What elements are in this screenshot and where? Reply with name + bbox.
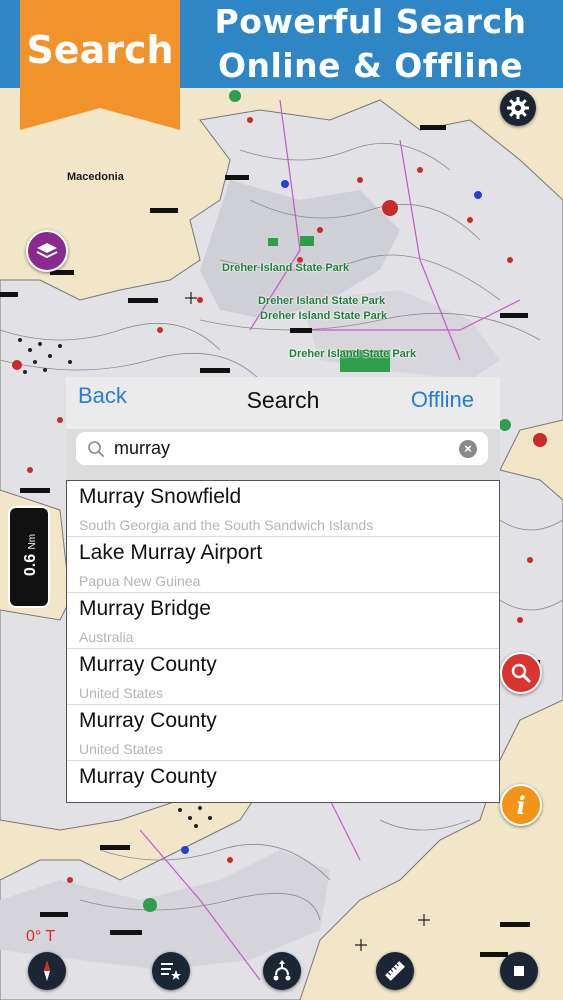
result-subtitle: Australia: [79, 629, 134, 645]
clear-icon[interactable]: ×: [459, 440, 477, 458]
banner-title-line2: Online & Offline: [217, 46, 524, 85]
result-item[interactable]: Murray Snowfield South Georgia and the S…: [67, 481, 499, 537]
result-title: Murray County: [79, 653, 217, 676]
search-box[interactable]: ×: [76, 432, 488, 465]
result-title: Murray Snowfield: [79, 485, 242, 508]
park-label: Dreher Island State Park: [222, 262, 350, 274]
layers-button[interactable]: [26, 230, 68, 272]
ruler-icon: [385, 961, 405, 981]
favorites-button[interactable]: [152, 952, 190, 990]
park-label: Dreher Island State Park: [289, 348, 417, 360]
search-input[interactable]: [114, 435, 444, 461]
result-subtitle: Papua New Guinea: [79, 573, 201, 589]
info-button[interactable]: i: [500, 784, 542, 826]
banner-title: Powerful Search Online & Offline: [178, 0, 563, 88]
search-panel-header: Search Back Offline: [66, 377, 500, 429]
result-title: Murray County: [79, 765, 217, 788]
result-title: Lake Murray Airport: [79, 541, 263, 564]
result-item[interactable]: Murray County United States: [67, 649, 499, 705]
measure-button[interactable]: [376, 952, 414, 990]
info-icon: i: [516, 790, 526, 820]
magnifier-icon: [511, 663, 531, 683]
search-bar-container: ×: [66, 429, 500, 481]
result-item[interactable]: Murray County United States: [67, 705, 499, 761]
result-subtitle: United States: [79, 685, 164, 701]
settings-button[interactable]: [500, 90, 536, 126]
scale-unit: Nm: [27, 533, 38, 550]
stop-icon: [514, 966, 524, 976]
result-item[interactable]: Lake Murray Airport Papua New Guinea: [67, 537, 499, 593]
place-label: Macedonia: [67, 171, 124, 183]
map-search-button[interactable]: [500, 652, 542, 694]
search-results-list[interactable]: Murray Snowfield South Georgia and the S…: [66, 480, 500, 803]
scale-label: 0.6 Nm: [22, 506, 40, 604]
route-button[interactable]: [263, 952, 301, 990]
result-subtitle: South Georgia and the South Sandwich Isl…: [79, 517, 374, 533]
ribbon-label: Search: [26, 28, 174, 72]
gear-icon: [507, 97, 529, 119]
result-item[interactable]: Murray County: [67, 761, 499, 802]
star-list-icon: [161, 963, 181, 980]
back-button[interactable]: Back: [78, 383, 127, 409]
scale-indicator: 0.6 Nm: [8, 506, 50, 608]
offline-toggle[interactable]: Offline: [411, 387, 474, 413]
result-title: Murray County: [79, 709, 217, 732]
result-item[interactable]: Murray Bridge Australia: [67, 593, 499, 649]
layers-icon: [36, 243, 58, 259]
park-label: Dreher Island State Park: [260, 310, 388, 322]
compass-icon: [44, 961, 50, 981]
result-subtitle: United States: [79, 741, 164, 757]
result-title: Murray Bridge: [79, 597, 211, 620]
stop-button[interactable]: [500, 952, 538, 990]
park-label: Dreher Island State Park: [258, 295, 386, 307]
compass-button[interactable]: [28, 952, 66, 990]
banner-title-line1: Powerful Search: [214, 2, 527, 41]
route-icon: [273, 960, 291, 981]
heading-readout: 0° T: [26, 928, 56, 945]
scale-value: 0.6: [22, 553, 39, 577]
search-icon: [88, 441, 104, 457]
